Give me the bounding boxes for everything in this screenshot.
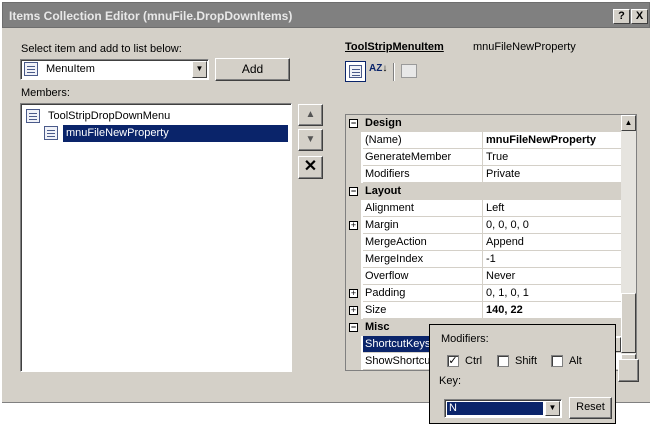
scroll-thumb[interactable]: [621, 293, 636, 353]
grid-property-row[interactable]: MergeIndex -1: [346, 251, 622, 268]
categorized-button[interactable]: [345, 61, 366, 82]
property-value[interactable]: -1: [483, 251, 622, 268]
key-value: N: [447, 402, 543, 415]
item-type-combobox[interactable]: MenuItem ▼: [20, 59, 209, 80]
property-name: MergeAction: [363, 234, 483, 251]
tree-node-label: ToolStripDropDownMenu: [48, 110, 171, 122]
ctrl-checkbox[interactable]: ✓: [447, 355, 459, 367]
grid-property-row[interactable]: Overflow Never: [346, 268, 622, 285]
property-pages-icon[interactable]: [401, 64, 417, 78]
property-name: Alignment: [363, 200, 483, 217]
grid-property-row[interactable]: + Size 140, 22: [346, 302, 622, 319]
property-toolbar: AZ↓: [343, 60, 637, 84]
key-label: Key:: [439, 375, 462, 387]
grid-property-row[interactable]: Modifiers Private: [346, 166, 622, 183]
expand-icon[interactable]: +: [349, 221, 358, 230]
property-name: (Name): [363, 132, 483, 149]
shortcut-keys-editor: Modifiers: ✓ Ctrl Shift Alt Key: N ▼ Res…: [429, 324, 616, 424]
select-item-label: Select item and add to list below:: [21, 43, 182, 55]
object-name-label: mnuFileNewProperty: [473, 41, 576, 53]
tree-node-label: mnuFileNewProperty: [63, 125, 288, 142]
move-up-button[interactable]: ▲: [298, 104, 323, 126]
collapse-icon[interactable]: −: [349, 323, 358, 332]
add-button[interactable]: Add: [215, 58, 290, 81]
object-type-label: ToolStripMenuItem: [345, 41, 444, 53]
remove-button[interactable]: ✕: [298, 156, 323, 179]
grid-scrollbar[interactable]: ▲ ▼: [621, 115, 636, 370]
grid-property-row[interactable]: MergeAction Append: [346, 234, 622, 251]
property-name: Modifiers: [363, 166, 483, 183]
grid-property-row[interactable]: (Name) mnuFileNewProperty: [346, 132, 622, 149]
chevron-down-icon[interactable]: ▼: [192, 61, 207, 78]
close-button[interactable]: X: [631, 9, 648, 24]
toolstrip-dropdown-icon: [26, 109, 40, 123]
members-label: Members:: [21, 87, 70, 99]
grid-property-row[interactable]: + Margin 0, 0, 0, 0: [346, 217, 622, 234]
property-value[interactable]: mnuFileNewProperty: [483, 132, 622, 149]
tree-node-menu-item[interactable]: mnuFileNewProperty: [43, 125, 288, 142]
property-name: GenerateMember: [363, 149, 483, 166]
modifiers-label: Modifiers:: [441, 333, 489, 345]
collapse-icon[interactable]: −: [349, 187, 358, 196]
grid-category[interactable]: − Design: [346, 115, 622, 132]
items-collection-editor-window: Items Collection Editor (mnuFile.DropDow…: [0, 0, 653, 427]
category-label: Layout: [365, 185, 402, 197]
property-name: Overflow: [363, 268, 483, 285]
property-value[interactable]: True: [483, 149, 622, 166]
alt-checkbox[interactable]: [551, 355, 563, 367]
toolbar-separator: [393, 63, 394, 81]
ctrl-label: Ctrl: [465, 355, 483, 367]
grid-property-row[interactable]: + Padding 0, 1, 0, 1: [346, 285, 622, 302]
move-down-button[interactable]: ▼: [298, 129, 323, 151]
shift-checkbox[interactable]: [497, 355, 509, 367]
menu-item-icon: [44, 126, 58, 140]
delete-x-icon: ✕: [303, 158, 318, 175]
title-bar[interactable]: Items Collection Editor (mnuFile.DropDow…: [2, 2, 650, 28]
expand-icon[interactable]: +: [349, 306, 358, 315]
grid-property-row[interactable]: Alignment Left: [346, 200, 622, 217]
grid-category[interactable]: − Layout: [346, 183, 622, 200]
categorized-icon: [349, 65, 362, 78]
category-label: Misc: [365, 321, 390, 333]
property-value[interactable]: 0, 1, 0, 1: [483, 285, 622, 302]
property-value[interactable]: Append: [483, 234, 622, 251]
reset-button[interactable]: Reset: [569, 397, 612, 419]
cancel-button-partial[interactable]: [618, 359, 639, 382]
tree-node-dropdown-menu[interactable]: ToolStripDropDownMenu: [25, 108, 289, 125]
item-type-value: MenuItem: [46, 63, 95, 75]
window-title: Items Collection Editor (mnuFile.DropDow…: [9, 9, 293, 23]
scroll-up-icon[interactable]: ▲: [621, 115, 636, 131]
expand-icon[interactable]: +: [349, 289, 358, 298]
menu-item-icon: [24, 62, 38, 76]
property-value[interactable]: Never: [483, 268, 622, 285]
property-name: Padding: [363, 285, 483, 302]
category-label: Design: [365, 117, 402, 129]
alphabetical-button[interactable]: AZ↓: [369, 63, 388, 81]
property-value[interactable]: 0, 0, 0, 0: [483, 217, 622, 234]
help-button[interactable]: ?: [613, 9, 630, 24]
shift-label: Shift: [515, 355, 538, 367]
property-name: Margin: [363, 217, 483, 234]
grid-property-row[interactable]: GenerateMember True: [346, 149, 622, 166]
property-value[interactable]: Private: [483, 166, 622, 183]
key-combobox[interactable]: N ▼: [444, 399, 562, 418]
property-value[interactable]: Left: [483, 200, 622, 217]
collapse-icon[interactable]: −: [349, 119, 358, 128]
members-tree[interactable]: ToolStripDropDownMenu mnuFileNewProperty: [20, 103, 292, 372]
property-name: MergeIndex: [363, 251, 483, 268]
arrow-down-icon: ▼: [305, 134, 316, 145]
sort-az-icon: AZ: [369, 63, 383, 74]
chevron-down-icon[interactable]: ▼: [545, 401, 560, 416]
property-value[interactable]: 140, 22: [483, 302, 622, 319]
property-name: Size: [363, 302, 483, 319]
arrow-up-icon: ▲: [305, 109, 316, 120]
alt-label: Alt: [569, 355, 582, 367]
